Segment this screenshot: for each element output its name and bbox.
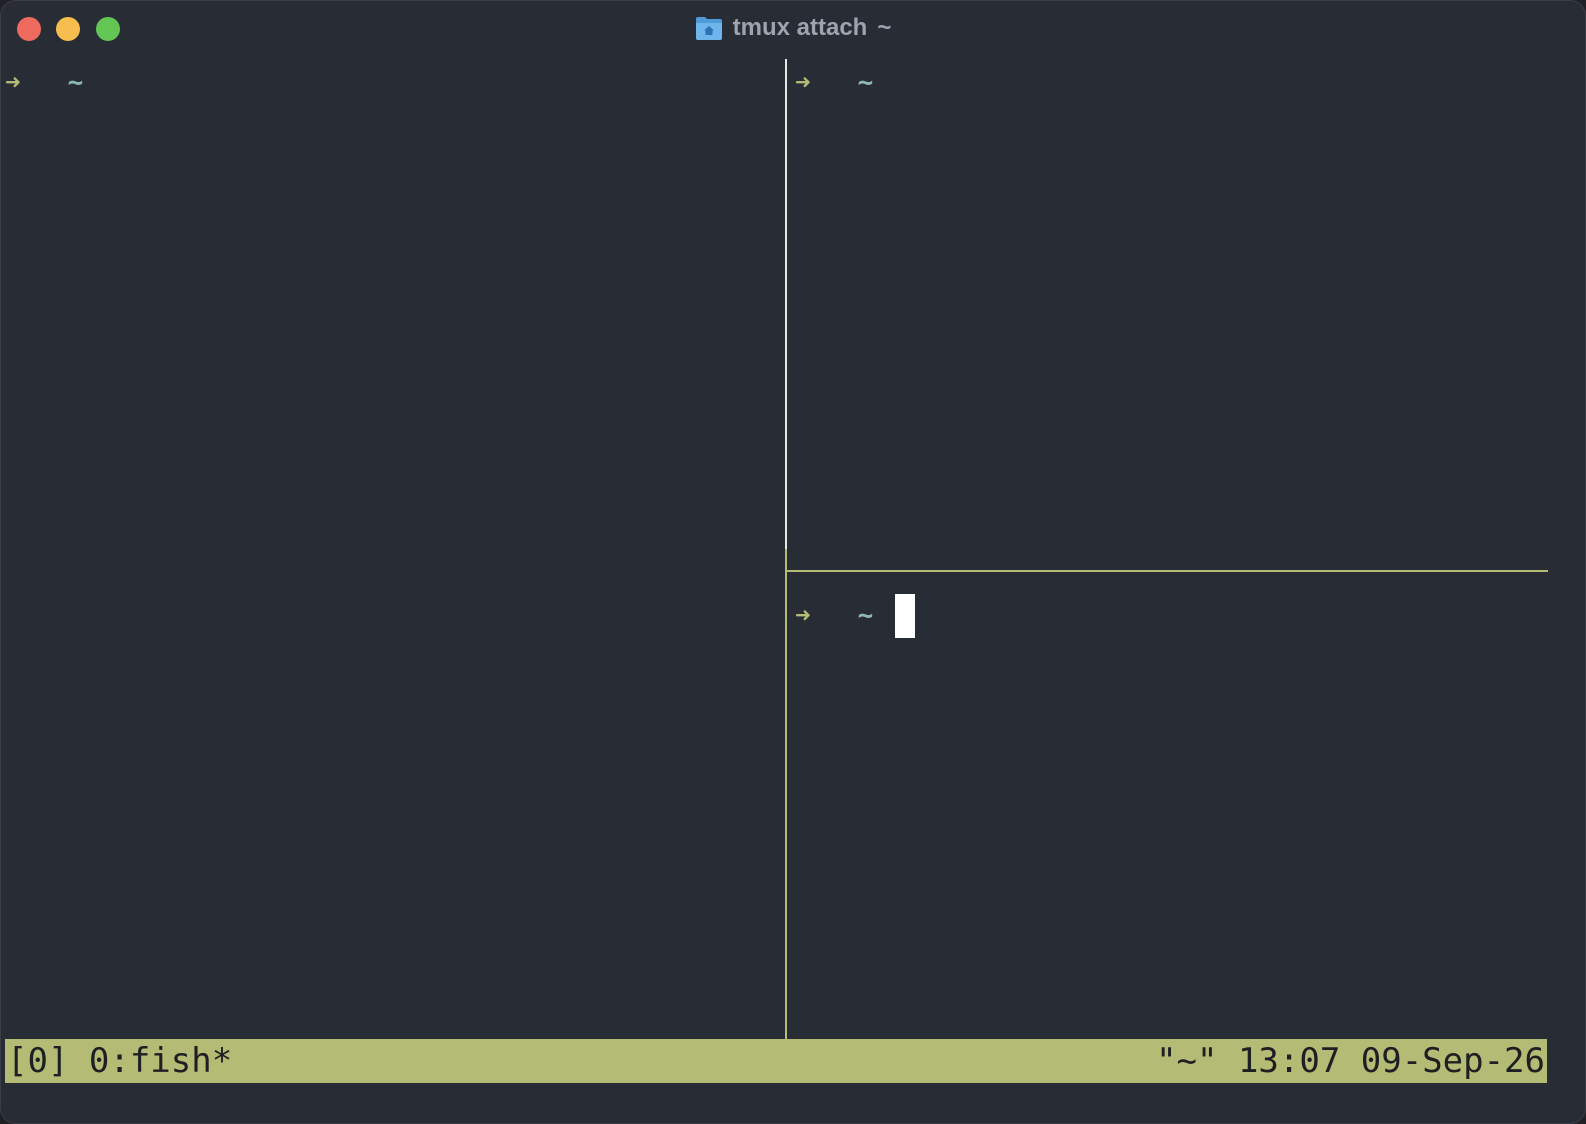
status-session-window[interactable]: [0] 0:fish*: [7, 1041, 232, 1081]
title-bar[interactable]: tmux attach ~: [1, 1, 1585, 57]
terminal-cursor: [895, 594, 915, 638]
window-title-suffix: ~: [877, 14, 892, 41]
prompt-arrow: ➜: [795, 601, 811, 631]
tmux-status-bar: [0] 0:fish* "~" 13:07 09-Sep-26: [5, 1039, 1547, 1083]
pane-left[interactable]: ➜ ~: [1, 59, 785, 1039]
prompt: ➜ ~: [5, 61, 83, 105]
status-right-info: "~" 13:07 09-Sep-26: [1156, 1041, 1545, 1081]
prompt-directory: ~: [857, 601, 874, 631]
window-title: tmux attach ~: [1, 11, 1585, 45]
pane-divider-vertical-bottom-active[interactable]: [785, 549, 787, 1041]
pane-top-right[interactable]: ➜ ~: [787, 59, 1548, 570]
prompt-arrow: ➜: [5, 68, 21, 98]
home-folder-icon: [695, 15, 723, 41]
prompt-arrow: ➜: [795, 68, 811, 98]
terminal-window: tmux attach ~ ➜ ~ ➜ ~ ➜ ~ [0] 0:fish* "~…: [0, 0, 1586, 1124]
pane-bottom-right[interactable]: ➜ ~: [787, 572, 1548, 1039]
pane-divider-vertical-top[interactable]: [785, 59, 787, 549]
prompt-directory: ~: [67, 68, 84, 98]
prompt: ➜ ~: [795, 594, 873, 638]
pane-divider-horizontal-active[interactable]: [787, 570, 1548, 572]
prompt-directory: ~: [857, 68, 874, 98]
prompt: ➜ ~: [795, 61, 873, 105]
window-title-text: tmux attach: [732, 14, 868, 41]
